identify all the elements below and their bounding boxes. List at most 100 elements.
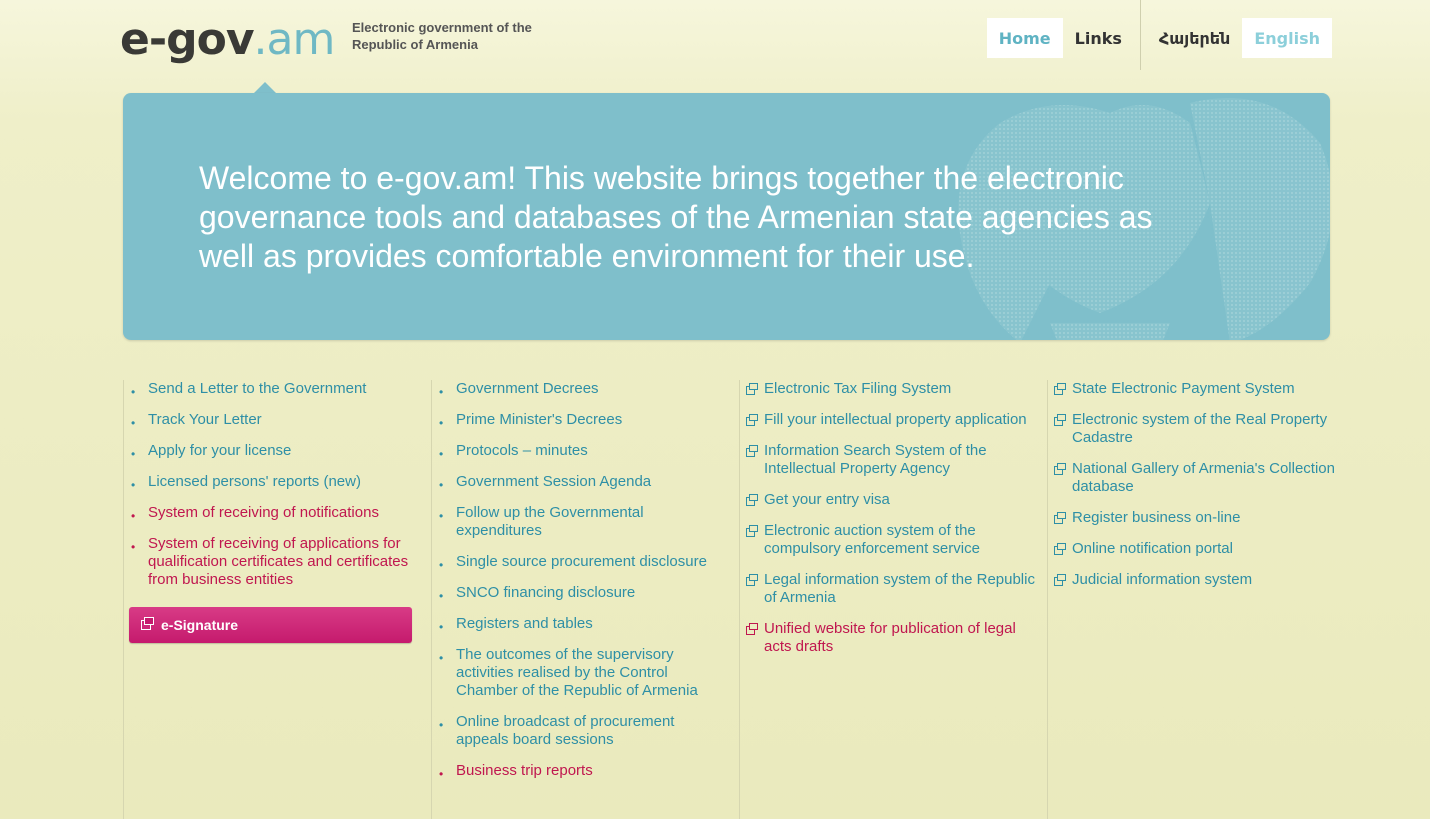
link-government-decrees[interactable]: Government Decrees: [456, 380, 599, 397]
bullet-icon: •: [439, 589, 444, 603]
link-expenditures[interactable]: Follow up the Governmental expenditures: [456, 504, 644, 539]
list-item[interactable]: • SNCO financing disclosure: [432, 584, 731, 603]
link-procurement-broadcast[interactable]: Online broadcast of procurement appeals …: [456, 713, 674, 748]
link-pm-decrees[interactable]: Prime Minister's Decrees: [456, 411, 622, 428]
services-column-1: • Send a Letter to the Government • Track …: [123, 380, 423, 819]
list-item[interactable]: Unified website for publication of legal…: [740, 620, 1039, 656]
external-link-icon: [746, 574, 758, 586]
external-link-icon: [746, 623, 758, 635]
link-register-business[interactable]: Register business on-line: [1072, 509, 1240, 526]
list-item[interactable]: • Prime Minister's Decrees: [432, 411, 731, 430]
bullet-icon: •: [439, 509, 444, 523]
link-applications-system[interactable]: System of receiving of applications for …: [148, 535, 408, 588]
bullet-icon: •: [439, 478, 444, 492]
list-item[interactable]: Legal information system of the Republic…: [740, 571, 1039, 607]
list-item[interactable]: Electronic Tax Filing System: [740, 380, 1039, 398]
link-notifications-system[interactable]: System of receiving of notifications: [148, 504, 379, 521]
link-property-cadastre[interactable]: Electronic system of the Real Property C…: [1072, 411, 1327, 446]
link-auction-system[interactable]: Electronic auction system of the compuls…: [764, 522, 980, 557]
external-link-icon: [746, 525, 758, 537]
welcome-banner: Welcome to e-gov.am! This website brings…: [123, 93, 1330, 340]
top-nav: Home Links Հայերեն English: [986, 0, 1332, 70]
list-item[interactable]: Electronic system of the Real Property C…: [1048, 411, 1337, 447]
list-item[interactable]: National Gallery of Armenia's Collection…: [1048, 460, 1337, 496]
external-link-icon: [1054, 463, 1066, 475]
link-snco-financing[interactable]: SNCO financing disclosure: [456, 584, 635, 601]
e-signature-button[interactable]: e-Signature: [129, 607, 412, 643]
nav-lang-english[interactable]: English: [1242, 18, 1332, 58]
bullet-icon: •: [439, 620, 444, 634]
list-item[interactable]: • Registers and tables: [432, 615, 731, 634]
site-tagline: Electronic government of the Republic of…: [352, 20, 532, 52]
external-link-icon: [746, 414, 758, 426]
list-item[interactable]: Information Search System of the Intelle…: [740, 442, 1039, 478]
list-item[interactable]: • Online broadcast of procurement appeals…: [432, 713, 731, 749]
link-national-gallery[interactable]: National Gallery of Armenia's Collection…: [1072, 460, 1335, 495]
link-legal-information[interactable]: Legal information system of the Republic…: [764, 571, 1035, 606]
list-item[interactable]: Judicial information system: [1048, 571, 1337, 589]
link-send-letter[interactable]: Send a Letter to the Government: [148, 380, 366, 397]
link-single-source-procurement[interactable]: Single source procurement disclosure: [456, 553, 707, 570]
external-link-icon: [141, 617, 154, 630]
bullet-icon: •: [131, 447, 136, 461]
list-item[interactable]: Electronic auction system of the compuls…: [740, 522, 1039, 558]
list-item[interactable]: • Single source procurement disclosure: [432, 553, 731, 572]
list-item[interactable]: • Licensed persons' reports (new): [124, 473, 423, 492]
list-item[interactable]: • System of receiving of applications for…: [124, 535, 423, 589]
external-link-icon: [1054, 414, 1066, 426]
list-item[interactable]: • The outcomes of the supervisory activit…: [432, 646, 731, 700]
list-item[interactable]: Get your entry visa: [740, 491, 1039, 509]
bullet-icon: •: [131, 416, 136, 430]
link-ip-search[interactable]: Information Search System of the Intelle…: [764, 442, 987, 477]
list-item[interactable]: • Follow up the Governmental expenditures: [432, 504, 731, 540]
nav-links[interactable]: Links: [1063, 18, 1134, 58]
bullet-icon: •: [439, 718, 444, 732]
bullet-icon: •: [439, 558, 444, 572]
link-notification-portal[interactable]: Online notification portal: [1072, 540, 1233, 557]
list-item[interactable]: • Protocols – minutes: [432, 442, 731, 461]
link-track-letter[interactable]: Track Your Letter: [148, 411, 262, 428]
link-judicial-system[interactable]: Judicial information system: [1072, 571, 1252, 588]
link-protocols[interactable]: Protocols – minutes: [456, 442, 588, 459]
link-licensed-reports[interactable]: Licensed persons' reports (new): [148, 473, 361, 490]
list-item[interactable]: • Track Your Letter: [124, 411, 423, 430]
link-legal-acts-drafts[interactable]: Unified website for publication of legal…: [764, 620, 1016, 655]
banner-pointer: [254, 82, 276, 93]
link-business-trip-reports[interactable]: Business trip reports: [456, 762, 593, 779]
link-entry-visa[interactable]: Get your entry visa: [764, 491, 890, 508]
bullet-icon: •: [131, 385, 136, 399]
list-item[interactable]: Online notification portal: [1048, 540, 1337, 558]
list-item[interactable]: • Government Session Agenda: [432, 473, 731, 492]
list-item[interactable]: • Business trip reports: [432, 762, 731, 781]
list-item[interactable]: • Send a Letter to the Government: [124, 380, 423, 399]
external-link-icon: [746, 494, 758, 506]
list-item[interactable]: • Government Decrees: [432, 380, 731, 399]
link-control-chamber[interactable]: The outcomes of the supervisory activiti…: [456, 646, 698, 699]
bullet-icon: •: [131, 478, 136, 492]
nav-divider: [1139, 0, 1141, 70]
nav-lang-armenian[interactable]: Հայերեն: [1147, 18, 1242, 58]
external-link-icon: [1054, 512, 1066, 524]
external-link-icon: [1054, 543, 1066, 555]
link-registers-tables[interactable]: Registers and tables: [456, 615, 593, 632]
bullet-icon: •: [439, 651, 444, 665]
link-apply-license[interactable]: Apply for your license: [148, 442, 291, 459]
link-tax-filing[interactable]: Electronic Tax Filing System: [764, 380, 951, 397]
bullet-icon: •: [439, 385, 444, 399]
list-item[interactable]: • Apply for your license: [124, 442, 423, 461]
list-item[interactable]: • System of receiving of notifications: [124, 504, 423, 523]
list-item[interactable]: Register business on-line: [1048, 509, 1337, 527]
list-item[interactable]: Fill your intellectual property applicat…: [740, 411, 1039, 429]
banner-welcome-text: Welcome to e-gov.am! This website brings…: [199, 160, 1153, 274]
link-ip-application[interactable]: Fill your intellectual property applicat…: [764, 411, 1027, 428]
nav-home[interactable]: Home: [986, 18, 1063, 58]
services-column-4: State Electronic Payment System Electron…: [1047, 380, 1337, 819]
link-payment-system[interactable]: State Electronic Payment System: [1072, 380, 1295, 397]
list-item[interactable]: State Electronic Payment System: [1048, 380, 1337, 398]
link-session-agenda[interactable]: Government Session Agenda: [456, 473, 651, 490]
bullet-icon: •: [439, 416, 444, 430]
e-signature-label: e-Signature: [161, 617, 239, 633]
logo-bold-text: e-gov: [120, 14, 255, 65]
external-link-icon: [746, 383, 758, 395]
site-logo[interactable]: e-gov .am: [120, 14, 335, 65]
